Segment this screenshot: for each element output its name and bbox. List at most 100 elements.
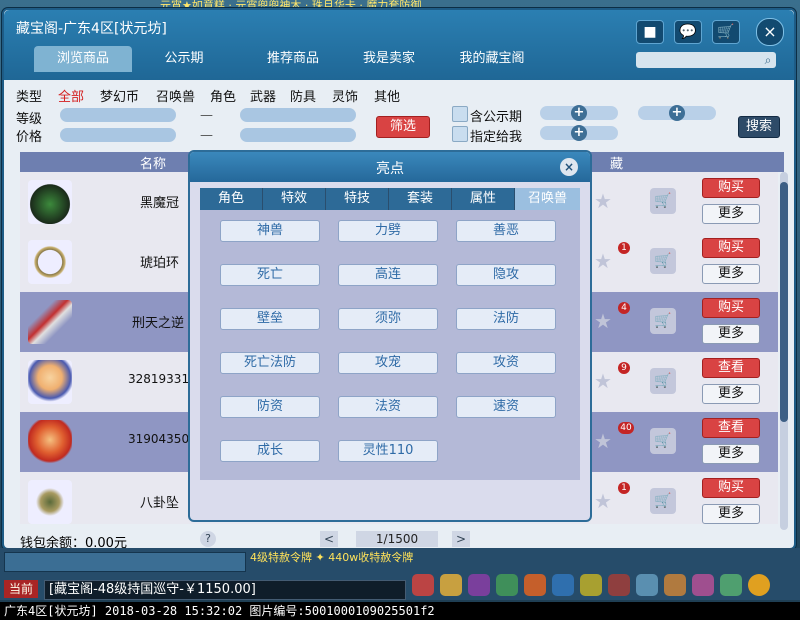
category-accessories[interactable]: 灵饰 bbox=[332, 86, 358, 105]
game-shortcut-icon[interactable] bbox=[412, 574, 434, 596]
tab-my-cangbaoge[interactable]: 我的藏宝阁 bbox=[436, 46, 548, 72]
next-page-button[interactable]: > bbox=[452, 531, 470, 547]
option-button[interactable]: 壁垒 bbox=[220, 308, 320, 330]
stop-icon[interactable]: ■ bbox=[636, 20, 664, 44]
option-button[interactable]: 灵性110 bbox=[338, 440, 438, 462]
star-icon[interactable]: ★ bbox=[592, 310, 614, 332]
view-button[interactable]: 查看 bbox=[702, 418, 760, 438]
buy-button[interactable]: 购买 bbox=[702, 238, 760, 258]
game-shortcut-icon[interactable] bbox=[552, 574, 574, 596]
star-icon[interactable]: ★ bbox=[592, 250, 614, 272]
more-button[interactable]: 更多 bbox=[702, 444, 760, 464]
chat-icon[interactable]: 💬 bbox=[674, 20, 702, 44]
option-button[interactable]: 善恶 bbox=[456, 220, 556, 242]
more-button[interactable]: 更多 bbox=[702, 204, 760, 224]
game-shortcut-icon[interactable] bbox=[580, 574, 602, 596]
game-shortcut-icon[interactable] bbox=[748, 574, 770, 596]
option-button[interactable]: 神兽 bbox=[220, 220, 320, 242]
category-currency[interactable]: 梦幻币 bbox=[100, 86, 139, 105]
star-icon[interactable]: ★ bbox=[592, 490, 614, 512]
game-shortcut-icon[interactable] bbox=[440, 574, 462, 596]
scrollbar-thumb[interactable] bbox=[780, 182, 788, 422]
cart-icon[interactable]: 🛒 bbox=[650, 368, 676, 394]
cart-icon[interactable]: 🛒 bbox=[650, 428, 676, 454]
level-min-input[interactable] bbox=[60, 108, 176, 122]
option-button[interactable]: 成长 bbox=[220, 440, 320, 462]
close-icon[interactable]: × bbox=[560, 158, 578, 176]
star-icon[interactable]: ★ bbox=[592, 430, 614, 452]
more-button[interactable]: 更多 bbox=[702, 504, 760, 524]
level-max-input[interactable] bbox=[240, 108, 356, 122]
close-window-icon[interactable]: × bbox=[756, 18, 784, 46]
tab-public[interactable]: 公示期 bbox=[136, 46, 232, 72]
help-icon[interactable]: ? bbox=[200, 531, 216, 547]
price-min-input[interactable] bbox=[60, 128, 176, 142]
option-button[interactable]: 高连 bbox=[338, 264, 438, 286]
top-search-input[interactable] bbox=[636, 52, 776, 68]
view-button[interactable]: 查看 bbox=[702, 358, 760, 378]
star-icon[interactable]: ★ bbox=[592, 190, 614, 212]
option-button[interactable]: 攻资 bbox=[456, 352, 556, 374]
option-button[interactable]: 须弥 bbox=[338, 308, 438, 330]
plus-icon[interactable]: + bbox=[571, 105, 587, 121]
dialog-tab-effects[interactable]: 特效 bbox=[263, 188, 326, 210]
game-shortcut-icon[interactable] bbox=[720, 574, 742, 596]
category-all[interactable]: 全部 bbox=[58, 86, 84, 105]
category-weapons[interactable]: 武器 bbox=[250, 86, 276, 105]
game-shortcut-icon[interactable] bbox=[608, 574, 630, 596]
game-shortcut-icon[interactable] bbox=[496, 574, 518, 596]
assigned-to-me-checkbox[interactable] bbox=[452, 126, 468, 142]
tab-seller[interactable]: 我是卖家 bbox=[344, 46, 434, 72]
more-button[interactable]: 更多 bbox=[702, 264, 760, 284]
option-button[interactable]: 攻宠 bbox=[338, 352, 438, 374]
screenshot-status-bar: 广东4区[状元坊] 2018-03-28 15:32:02 图片编号:50010… bbox=[0, 602, 800, 620]
game-hotbar[interactable] bbox=[4, 552, 246, 572]
cart-icon[interactable]: 🛒 bbox=[712, 20, 740, 44]
plus-icon[interactable]: + bbox=[571, 125, 587, 141]
game-shortcut-icon[interactable] bbox=[468, 574, 490, 596]
option-button[interactable]: 速资 bbox=[456, 396, 556, 418]
prev-page-button[interactable]: < bbox=[320, 531, 338, 547]
option-button[interactable]: 死亡法防 bbox=[220, 352, 320, 374]
cart-icon[interactable]: 🛒 bbox=[650, 188, 676, 214]
buy-button[interactable]: 购买 bbox=[702, 478, 760, 498]
filter-button[interactable]: 筛选 bbox=[376, 116, 430, 138]
buy-button[interactable]: 购买 bbox=[702, 178, 760, 198]
option-button[interactable]: 隐攻 bbox=[456, 264, 556, 286]
game-shortcut-icon[interactable] bbox=[692, 574, 714, 596]
option-button[interactable]: 力劈 bbox=[338, 220, 438, 242]
search-button[interactable]: 搜索 bbox=[738, 116, 780, 138]
dialog-tab-role[interactable]: 角色 bbox=[200, 188, 263, 210]
category-characters[interactable]: 角色 bbox=[210, 86, 236, 105]
dialog-tab-skills[interactable]: 特技 bbox=[326, 188, 389, 210]
cart-icon[interactable]: 🛒 bbox=[650, 488, 676, 514]
more-button[interactable]: 更多 bbox=[702, 324, 760, 344]
plus-icon[interactable]: + bbox=[669, 105, 685, 121]
category-armor[interactable]: 防具 bbox=[290, 86, 316, 105]
option-button[interactable]: 法防 bbox=[456, 308, 556, 330]
game-shortcut-icon[interactable] bbox=[664, 574, 686, 596]
price-max-input[interactable] bbox=[240, 128, 356, 142]
tab-browse[interactable]: 浏览商品 bbox=[34, 46, 132, 72]
option-button[interactable]: 死亡 bbox=[220, 264, 320, 286]
more-button[interactable]: 更多 bbox=[702, 384, 760, 404]
category-pets[interactable]: 召唤兽 bbox=[156, 86, 195, 105]
cart-icon[interactable]: 🛒 bbox=[650, 308, 676, 334]
cart-icon[interactable]: 🛒 bbox=[650, 248, 676, 274]
category-other[interactable]: 其他 bbox=[374, 86, 400, 105]
include-public-checkbox[interactable] bbox=[452, 106, 468, 122]
game-shortcut-icon[interactable] bbox=[524, 574, 546, 596]
dialog-tab-attributes[interactable]: 属性 bbox=[452, 188, 515, 210]
dialog-tab-sets[interactable]: 套装 bbox=[389, 188, 452, 210]
dialog-tab-pets[interactable]: 召唤兽 bbox=[515, 188, 580, 210]
ring-item-icon bbox=[28, 240, 72, 284]
buy-button[interactable]: 购买 bbox=[702, 298, 760, 318]
chat-channel-button[interactable]: 当前 bbox=[4, 580, 38, 598]
helmet-item-icon bbox=[28, 180, 72, 224]
game-shortcut-icon[interactable] bbox=[636, 574, 658, 596]
option-button[interactable]: 法资 bbox=[338, 396, 438, 418]
search-icon[interactable]: ⌕ bbox=[760, 52, 776, 68]
star-icon[interactable]: ★ bbox=[592, 370, 614, 392]
tab-recommended[interactable]: 推荐商品 bbox=[238, 46, 348, 72]
option-button[interactable]: 防资 bbox=[220, 396, 320, 418]
